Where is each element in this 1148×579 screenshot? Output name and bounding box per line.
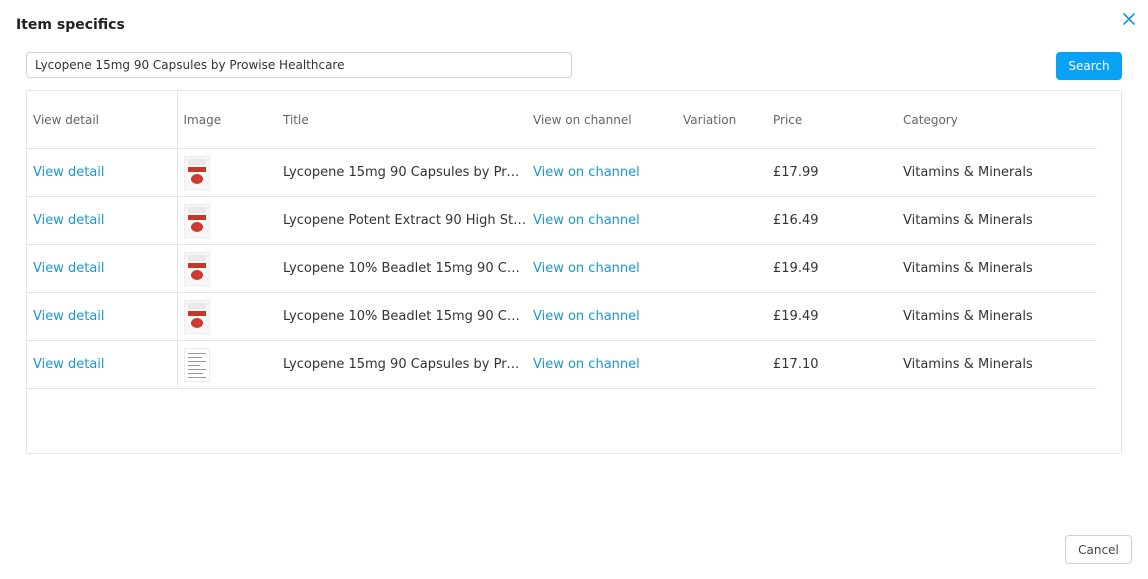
item-price: £16.49: [767, 196, 897, 245]
cancel-button[interactable]: Cancel: [1065, 535, 1132, 564]
item-variation: [677, 244, 767, 293]
item-price: £19.49: [767, 292, 897, 341]
view-on-channel-link[interactable]: View on channel: [533, 165, 640, 180]
header-title: Title: [277, 91, 527, 149]
header-image: Image: [177, 91, 277, 149]
header-view-on-channel: View on channel: [527, 91, 677, 149]
header-price: Price: [767, 91, 897, 149]
search-button[interactable]: Search: [1056, 52, 1122, 80]
results-table: View detail Image Title View on channel …: [26, 90, 1122, 454]
search-input[interactable]: [26, 52, 572, 78]
item-category: Vitamins & Minerals: [897, 148, 1097, 197]
table-row: View detail Lycopene 15mg 90 Capsules by…: [27, 148, 1097, 197]
item-category: Vitamins & Minerals: [897, 340, 1097, 389]
results-grid: View detail Image Title View on channel …: [27, 91, 1097, 389]
item-title: Lycopene 10% Beadlet 15mg 90 Capsules: [277, 244, 527, 293]
view-on-channel-link[interactable]: View on channel: [533, 357, 640, 372]
table-header-row: View detail Image Title View on channel …: [27, 91, 1097, 149]
product-thumbnail[interactable]: [183, 251, 210, 286]
product-thumbnail[interactable]: [183, 299, 210, 334]
item-title: Lycopene 10% Beadlet 15mg 90 Capsules: [277, 292, 527, 341]
dialog-title: Item specifics: [16, 17, 125, 33]
table-row: View detail Lycopene Potent Extract 90 H…: [27, 196, 1097, 245]
item-title: Lycopene 15mg 90 Capsules by Prowise Hea…: [277, 340, 527, 389]
header-category: Category: [897, 91, 1097, 149]
view-detail-link[interactable]: View detail: [33, 261, 105, 276]
header-view-detail: View detail: [27, 91, 178, 149]
product-thumbnail[interactable]: [183, 155, 210, 190]
view-detail-link[interactable]: View detail: [33, 309, 105, 324]
item-category: Vitamins & Minerals: [897, 292, 1097, 341]
close-icon[interactable]: [1121, 11, 1137, 27]
item-price: £17.99: [767, 148, 897, 197]
document-thumbnail[interactable]: [183, 347, 210, 382]
item-variation: [677, 340, 767, 389]
product-thumbnail[interactable]: [183, 203, 210, 238]
item-category: Vitamins & Minerals: [897, 244, 1097, 293]
item-variation: [677, 196, 767, 245]
item-price: £17.10: [767, 340, 897, 389]
item-title: Lycopene Potent Extract 90 High Strength…: [277, 196, 527, 245]
item-title: Lycopene 15mg 90 Capsules by Prowise Hea…: [277, 148, 527, 197]
table-row: View detail Lycopene 10% Beadlet 15mg 90…: [27, 244, 1097, 293]
item-category: Vitamins & Minerals: [897, 196, 1097, 245]
view-detail-link[interactable]: View detail: [33, 357, 105, 372]
view-detail-link[interactable]: View detail: [33, 213, 105, 228]
table-row: View detail Lycopene 10% Beadlet 15mg 90…: [27, 292, 1097, 341]
view-on-channel-link[interactable]: View on channel: [533, 309, 640, 324]
view-detail-link[interactable]: View detail: [33, 165, 105, 180]
item-variation: [677, 292, 767, 341]
item-variation: [677, 148, 767, 197]
view-on-channel-link[interactable]: View on channel: [533, 213, 640, 228]
table-row: View detail Lycopene 15mg 90 Capsules by…: [27, 340, 1097, 389]
view-on-channel-link[interactable]: View on channel: [533, 261, 640, 276]
header-variation: Variation: [677, 91, 767, 149]
item-price: £19.49: [767, 244, 897, 293]
